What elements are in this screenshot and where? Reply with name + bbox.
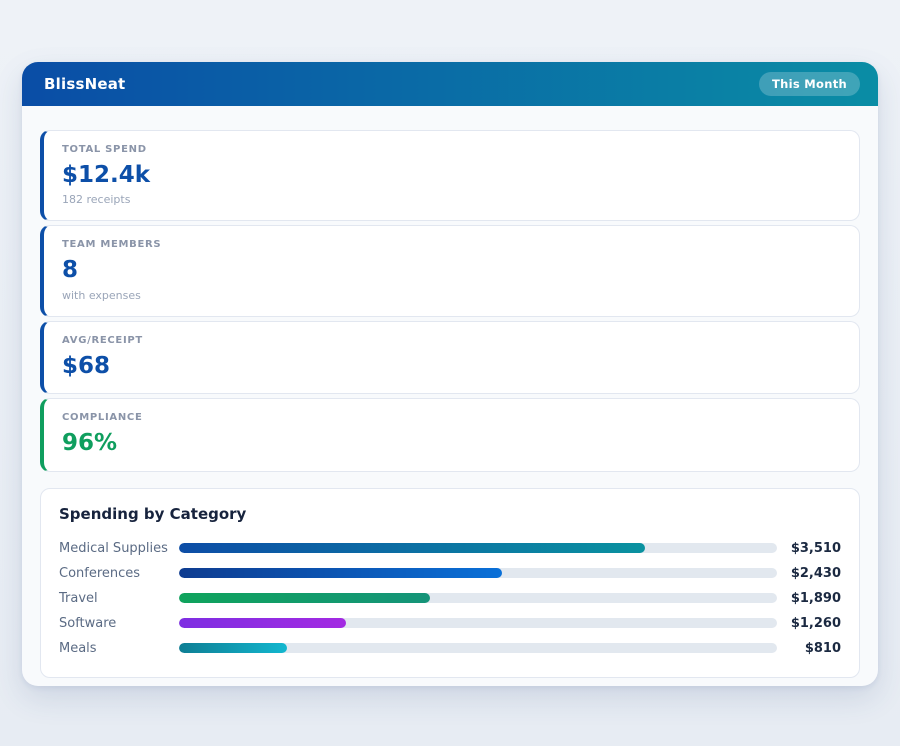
category-row-medical-supplies: Medical Supplies $3,510 [59,536,841,561]
category-bar-track [179,543,777,553]
category-value: $3,510 [777,541,841,556]
app-title: BlissNeat [44,75,125,93]
stat-card-total-spend: TOTAL SPEND $12.4k 182 receipts [40,130,860,221]
category-row-software: Software $1,260 [59,611,841,636]
stat-value: 96% [62,430,841,456]
spending-panel: Spending by Category Medical Supplies $3… [40,488,860,678]
category-bar-fill [179,543,645,553]
stat-sub: with expenses [62,289,841,302]
category-bar-track [179,593,777,603]
stat-value: 8 [62,257,841,283]
category-label: Medical Supplies [59,541,179,556]
category-rows: Medical Supplies $3,510 Conferences $2,4… [59,536,841,661]
app-header: BlissNeat This Month [22,62,878,106]
category-bar-fill [179,618,346,628]
category-value: $1,890 [777,591,841,606]
stat-value: $68 [62,353,841,379]
category-row-travel: Travel $1,890 [59,586,841,611]
spending-title: Spending by Category [59,505,841,523]
stat-label: COMPLIANCE [62,412,841,423]
category-row-meals: Meals $810 [59,636,841,661]
stat-label: TEAM MEMBERS [62,239,841,250]
category-bar-fill [179,568,502,578]
category-value: $2,430 [777,566,841,581]
category-bar-track [179,568,777,578]
stat-card-compliance: COMPLIANCE 96% [40,398,860,471]
category-label: Software [59,616,179,631]
main-content: TOTAL SPEND $12.4k 182 receipts TEAM MEM… [22,106,878,686]
dashboard-container: BlissNeat This Month TOTAL SPEND $12.4k … [22,62,878,686]
stat-card-team-members: TEAM MEMBERS 8 with expenses [40,225,860,316]
category-label: Conferences [59,566,179,581]
stat-label: TOTAL SPEND [62,144,841,155]
stat-value: $12.4k [62,162,841,188]
category-bar-track [179,618,777,628]
stat-label: AVG/RECEIPT [62,335,841,346]
category-bar-fill [179,593,430,603]
stats-section: TOTAL SPEND $12.4k 182 receipts TEAM MEM… [40,130,860,472]
category-row-conferences: Conferences $2,430 [59,561,841,586]
category-bar-track [179,643,777,653]
period-badge[interactable]: This Month [759,72,860,96]
stat-sub: 182 receipts [62,193,841,206]
stat-card-avg-receipt: AVG/RECEIPT $68 [40,321,860,394]
category-label: Meals [59,641,179,656]
category-label: Travel [59,591,179,606]
page-background: BlissNeat This Month TOTAL SPEND $12.4k … [0,0,900,746]
category-value: $810 [777,641,841,656]
category-value: $1,260 [777,616,841,631]
category-bar-fill [179,643,287,653]
